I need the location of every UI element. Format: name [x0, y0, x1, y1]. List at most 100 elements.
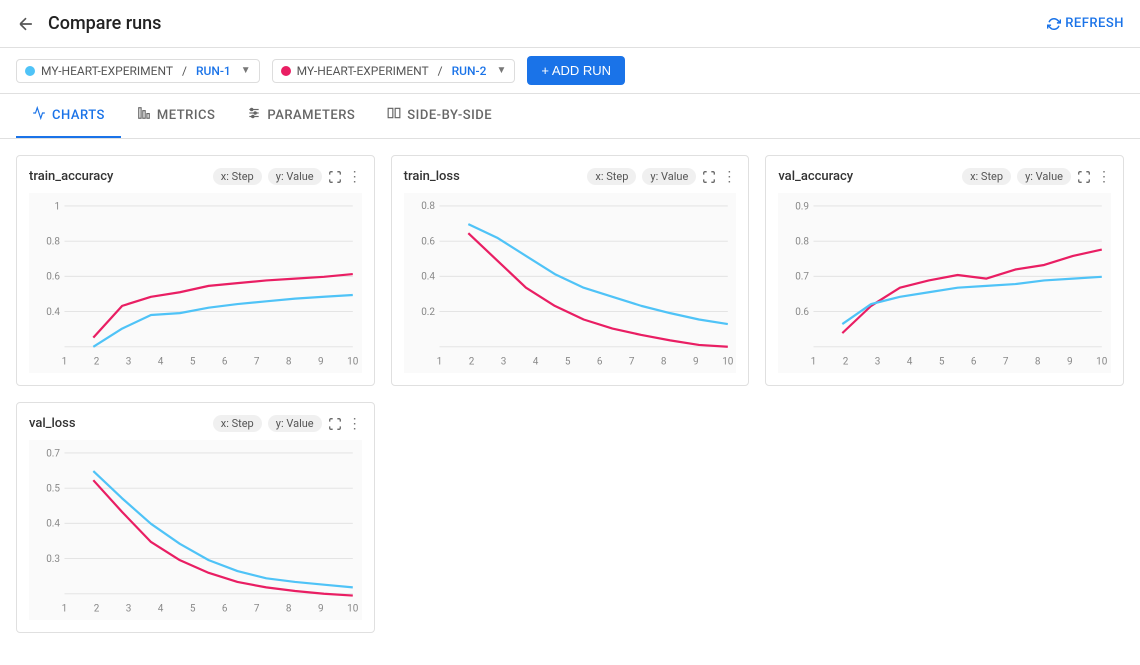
tab-side-by-side[interactable]: SIDE-BY-SIDE [371, 94, 508, 138]
tab-parameters-label: PARAMETERS [267, 108, 355, 123]
chart-svg-val_loss: 0.7 0.5 0.4 0.3 12345678910 [29, 440, 362, 620]
run1-experiment: MY-HEART-EXPERIMENT [41, 64, 173, 78]
metrics-tab-icon [137, 106, 151, 124]
back-button[interactable] [16, 14, 36, 34]
charts-tab-icon [32, 106, 46, 124]
chart-controls-val_accuracy: x: Step y: Value ⋮ [962, 168, 1111, 185]
fullscreen-button-val_loss[interactable] [328, 417, 342, 431]
chart-area-train_loss: 0.8 0.6 0.4 0.2 12345678910 [404, 193, 737, 373]
y-axis-chip-val_accuracy: y: Value [1017, 168, 1071, 185]
svg-text:7: 7 [254, 357, 260, 368]
run2-selector[interactable]: MY-HEART-EXPERIMENT / RUN-2 ▼ [272, 59, 516, 83]
svg-text:8: 8 [286, 604, 292, 615]
svg-text:2: 2 [94, 604, 100, 615]
svg-text:3: 3 [126, 357, 132, 368]
fullscreen-button-val_accuracy[interactable] [1077, 170, 1091, 184]
svg-text:0.5: 0.5 [46, 483, 60, 494]
svg-text:0.2: 0.2 [421, 307, 435, 318]
svg-text:0.8: 0.8 [796, 236, 810, 247]
refresh-label: REFRESH [1065, 16, 1124, 31]
run1-name: RUN-1 [196, 64, 231, 78]
chart-area-val_loss: 0.7 0.5 0.4 0.3 12345678910 [29, 440, 362, 620]
svg-text:5: 5 [564, 357, 570, 368]
svg-text:4: 4 [158, 357, 164, 368]
svg-text:5: 5 [190, 604, 196, 615]
chart-controls-train_accuracy: x: Step y: Value ⋮ [213, 168, 362, 185]
svg-text:8: 8 [286, 357, 292, 368]
svg-text:10: 10 [722, 357, 734, 368]
svg-text:0.6: 0.6 [796, 307, 810, 318]
svg-text:1: 1 [54, 201, 60, 212]
svg-text:9: 9 [318, 357, 324, 368]
svg-text:4: 4 [907, 357, 913, 368]
more-menu-button-train_accuracy[interactable]: ⋮ [348, 169, 362, 185]
tab-charts[interactable]: CHARTS [16, 94, 121, 138]
header-left: Compare runs [16, 13, 161, 34]
y-axis-chip-train_loss: y: Value [642, 168, 696, 185]
chart-controls-val_loss: x: Step y: Value ⋮ [213, 415, 362, 432]
chart-header-val_accuracy: val_accuracy x: Step y: Value ⋮ [778, 168, 1111, 185]
svg-text:6: 6 [971, 357, 977, 368]
svg-text:1: 1 [811, 357, 817, 368]
chart-area-train_accuracy: 1 0.8 0.6 0.4 12345678910 [29, 193, 362, 373]
add-run-button[interactable]: + ADD RUN [527, 56, 625, 85]
svg-text:0.9: 0.9 [796, 201, 810, 212]
svg-text:4: 4 [532, 357, 538, 368]
svg-text:3: 3 [126, 604, 132, 615]
run1-separator: / [179, 64, 190, 78]
chart-svg-train_accuracy: 1 0.8 0.6 0.4 12345678910 [29, 193, 362, 373]
run2-experiment: MY-HEART-EXPERIMENT [297, 64, 429, 78]
more-menu-button-train_loss[interactable]: ⋮ [722, 169, 736, 185]
tab-metrics-label: METRICS [157, 108, 215, 123]
more-menu-button-val_accuracy[interactable]: ⋮ [1097, 169, 1111, 185]
x-axis-chip-train_accuracy: x: Step [213, 168, 262, 185]
svg-text:0.7: 0.7 [46, 448, 60, 459]
svg-text:3: 3 [875, 357, 881, 368]
x-axis-chip-val_loss: x: Step [213, 415, 262, 432]
run2-dropdown-arrow: ▼ [496, 65, 506, 76]
side-by-side-tab-icon [387, 106, 401, 124]
svg-text:5: 5 [939, 357, 945, 368]
fullscreen-button-train_loss[interactable] [702, 170, 716, 184]
tab-side-by-side-label: SIDE-BY-SIDE [407, 108, 492, 123]
chart-title-val_accuracy: val_accuracy [778, 169, 853, 184]
svg-text:0.6: 0.6 [46, 272, 60, 283]
svg-text:1: 1 [62, 357, 68, 368]
svg-text:8: 8 [661, 357, 667, 368]
chart-header-train_accuracy: train_accuracy x: Step y: Value ⋮ [29, 168, 362, 185]
run1-selector[interactable]: MY-HEART-EXPERIMENT / RUN-1 ▼ [16, 59, 260, 83]
svg-text:8: 8 [1035, 357, 1041, 368]
chart-card-train_loss: train_loss x: Step y: Value ⋮ [391, 155, 750, 386]
svg-text:6: 6 [597, 357, 603, 368]
chart-svg-train_loss: 0.8 0.6 0.4 0.2 12345678910 [404, 193, 737, 373]
page-title: Compare runs [48, 13, 161, 34]
refresh-button[interactable]: REFRESH [1047, 16, 1124, 31]
run1-dropdown-arrow: ▼ [241, 65, 251, 76]
chart-header-train_loss: train_loss x: Step y: Value ⋮ [404, 168, 737, 185]
chart-controls-train_loss: x: Step y: Value ⋮ [587, 168, 736, 185]
svg-text:0.3: 0.3 [46, 554, 60, 565]
chart-title-train_accuracy: train_accuracy [29, 169, 113, 184]
run2-dot [281, 66, 291, 76]
y-axis-chip-val_loss: y: Value [268, 415, 322, 432]
svg-text:1: 1 [436, 357, 442, 368]
svg-text:10: 10 [347, 357, 359, 368]
svg-text:0.4: 0.4 [46, 519, 60, 530]
chart-card-val_accuracy: val_accuracy x: Step y: Value ⋮ [765, 155, 1124, 386]
chart-header-val_loss: val_loss x: Step y: Value ⋮ [29, 415, 362, 432]
fullscreen-button-train_accuracy[interactable] [328, 170, 342, 184]
chart-svg-val_accuracy: 0.9 0.8 0.7 0.6 12345678910 [778, 193, 1111, 373]
svg-text:6: 6 [222, 357, 228, 368]
chart-area-val_accuracy: 0.9 0.8 0.7 0.6 12345678910 [778, 193, 1111, 373]
tab-metrics[interactable]: METRICS [121, 94, 231, 138]
svg-text:0.4: 0.4 [421, 272, 435, 283]
tab-parameters[interactable]: PARAMETERS [231, 94, 371, 138]
tab-charts-label: CHARTS [52, 108, 105, 123]
svg-text:4: 4 [158, 604, 164, 615]
svg-text:1: 1 [62, 604, 68, 615]
chart-title-train_loss: train_loss [404, 169, 460, 184]
more-menu-button-val_loss[interactable]: ⋮ [348, 416, 362, 432]
svg-text:2: 2 [468, 357, 474, 368]
charts-grid: train_accuracy x: Step y: Value ⋮ [0, 139, 1140, 649]
svg-text:0.8: 0.8 [421, 201, 435, 212]
